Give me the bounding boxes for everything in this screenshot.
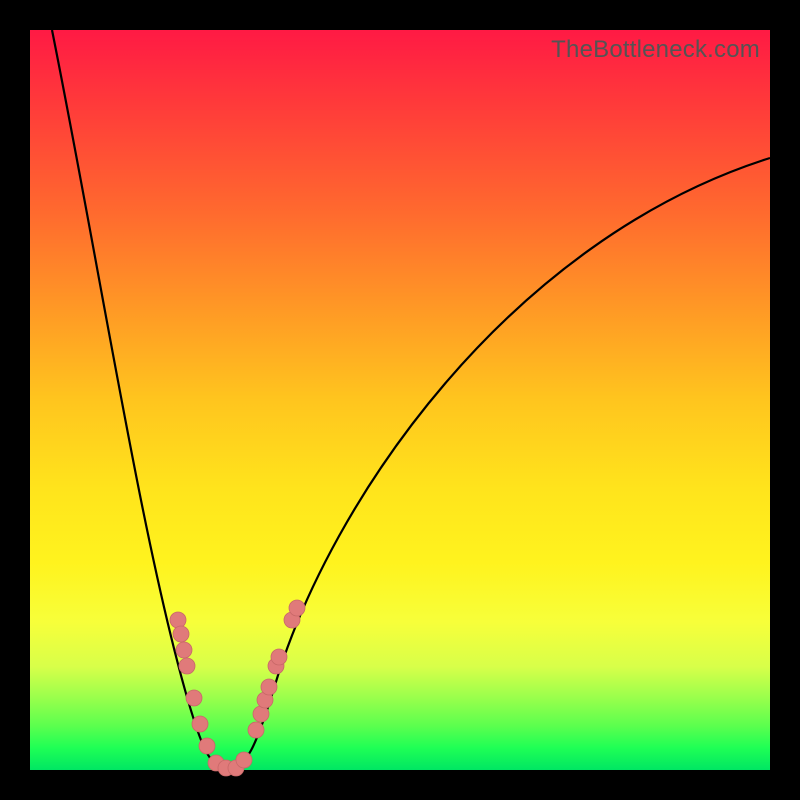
data-marker bbox=[173, 626, 189, 642]
data-marker bbox=[289, 600, 305, 616]
data-marker bbox=[192, 716, 208, 732]
data-marker bbox=[253, 706, 269, 722]
data-marker bbox=[261, 679, 277, 695]
data-marker bbox=[176, 642, 192, 658]
data-marker bbox=[236, 752, 252, 768]
data-marker bbox=[199, 738, 215, 754]
chart-frame: TheBottleneck.com bbox=[0, 0, 800, 800]
data-marker bbox=[179, 658, 195, 674]
data-marker bbox=[248, 722, 264, 738]
data-marker bbox=[170, 612, 186, 628]
data-marker bbox=[271, 649, 287, 665]
marker-group bbox=[170, 600, 305, 776]
plot-area: TheBottleneck.com bbox=[30, 30, 770, 770]
data-marker bbox=[186, 690, 202, 706]
curve-layer bbox=[30, 30, 770, 770]
bottleneck-curve bbox=[52, 30, 770, 768]
